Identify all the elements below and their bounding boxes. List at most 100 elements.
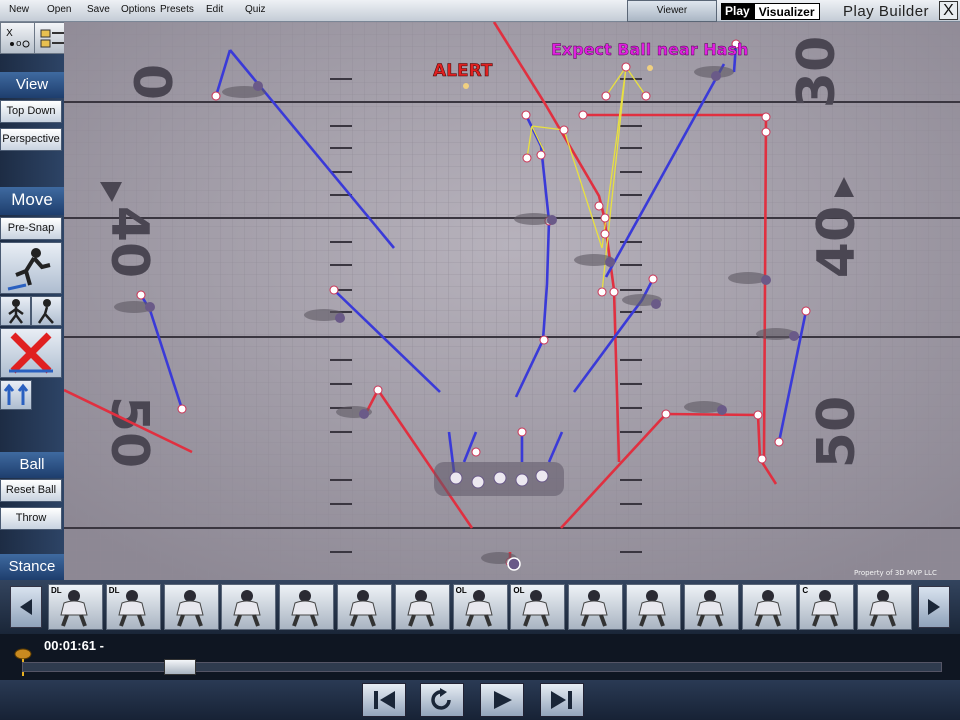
- brand-logo: Play Visualizer: [721, 3, 820, 20]
- stance-player-icon: [7, 299, 24, 324]
- player-thumbnail[interactable]: [683, 584, 739, 630]
- menu-edit[interactable]: Edit: [206, 4, 223, 15]
- hash-marker: [647, 65, 653, 71]
- pre-snap-button[interactable]: Pre-Snap: [0, 217, 62, 240]
- perspective-button[interactable]: Perspective: [0, 128, 62, 151]
- brand-play: Play: [721, 3, 754, 20]
- player-thumbnail[interactable]: [163, 584, 219, 630]
- alert-label: ALERT: [433, 61, 493, 81]
- property-notice: Property of 3D MVP LLC: [854, 569, 937, 577]
- yard-number-left-0: 0: [121, 64, 181, 100]
- player-figure-icon: [407, 590, 435, 627]
- expect-ball-label: Expect Ball near Hash: [551, 40, 748, 59]
- player-figure-icon: [349, 590, 377, 627]
- player-thumbnail[interactable]: OL: [510, 584, 566, 630]
- menu-presets[interactable]: Presets: [160, 4, 194, 15]
- reset-ball-button[interactable]: Reset Ball: [0, 479, 62, 502]
- thumbnail-position-label: DL: [108, 586, 120, 595]
- yard-number-right-40: 40: [807, 206, 867, 278]
- menu-bar: New Open Save Options Presets Edit Quiz …: [0, 0, 960, 22]
- throw-button[interactable]: Throw: [0, 507, 62, 530]
- delete-x-icon: [9, 332, 53, 374]
- svg-text:X: X: [6, 28, 13, 39]
- player-figure-icon: [175, 590, 204, 627]
- formation-tool-button[interactable]: Xo: [1, 23, 35, 53]
- skip-start-icon: [374, 691, 395, 709]
- player-thumbnail[interactable]: [626, 584, 681, 630]
- skip-end-icon: [551, 691, 572, 709]
- timeline-slider[interactable]: [164, 659, 197, 675]
- menu-save[interactable]: Save: [87, 4, 110, 15]
- transport-controls: [0, 680, 960, 720]
- arrow-right-icon: [928, 599, 940, 615]
- player-thumbnail[interactable]: [741, 584, 797, 630]
- strip-next-button[interactable]: [918, 586, 950, 628]
- play-builder-app: New Open Save Options Presets Edit Quiz …: [0, 0, 960, 720]
- replay-button[interactable]: [420, 683, 464, 717]
- skip-start-button[interactable]: [362, 683, 406, 717]
- thumbnail-position-label: C: [802, 586, 809, 595]
- split-arrows-icon: [3, 383, 29, 405]
- player-thumbnail[interactable]: DL: [48, 584, 103, 630]
- run-player-button[interactable]: [0, 242, 62, 294]
- arrow-left-icon: [20, 599, 32, 615]
- thumbnail-position-label: OL: [513, 586, 525, 595]
- replay-icon: [431, 688, 451, 710]
- player-figure-icon: [233, 590, 262, 627]
- player-thumbnail[interactable]: [221, 584, 277, 630]
- move-heading: Move: [0, 187, 64, 215]
- player-thumbnail[interactable]: [279, 584, 335, 630]
- crouch-player-icon: [37, 299, 54, 324]
- left-sidebar: View Top Down Perspective Move Pre-Snap …: [0, 54, 64, 580]
- player-thumbnail[interactable]: [337, 584, 392, 630]
- player-figure-icon: [638, 590, 666, 627]
- field-canvas: 0 40 50 30 40 50 ALERT Expect Ball near …: [64, 22, 960, 580]
- running-player-icon: [7, 248, 51, 291]
- timeline: 00:01:61 -: [0, 634, 960, 680]
- yard-number-left-40: 40: [99, 206, 159, 278]
- player-figure-icon: [696, 590, 724, 627]
- player-figure-icon: [753, 590, 782, 627]
- xo-icon: Xo: [6, 28, 29, 49]
- stance-a-button[interactable]: [0, 296, 31, 326]
- timeline-track[interactable]: [22, 662, 942, 672]
- play-button[interactable]: [480, 683, 524, 717]
- brand-visualizer: Visualizer: [753, 3, 820, 20]
- play-icon: [494, 691, 512, 709]
- app-title: Play Builder: [843, 3, 930, 20]
- player-thumbnail[interactable]: OL: [452, 584, 508, 630]
- top-down-button[interactable]: Top Down: [0, 100, 62, 123]
- player-figure-icon: [580, 590, 608, 627]
- delete-route-button[interactable]: [0, 328, 62, 378]
- player-thumbnail[interactable]: DL: [105, 584, 161, 630]
- yard-number-right-50: 50: [807, 396, 867, 468]
- skip-end-button[interactable]: [540, 683, 584, 717]
- stance-heading: Stance: [0, 554, 64, 580]
- player-thumbnail[interactable]: C: [799, 584, 855, 630]
- alert-marker: [463, 83, 469, 89]
- thumbnail-position-label: DL: [51, 586, 62, 595]
- strip-prev-button[interactable]: [10, 586, 42, 628]
- player-thumbnail[interactable]: [394, 584, 450, 630]
- ball-heading: Ball: [0, 452, 64, 478]
- stance-b-button[interactable]: [31, 296, 62, 326]
- time-readout: 00:01:61 -: [44, 638, 104, 653]
- close-button[interactable]: X: [939, 1, 958, 20]
- football-field[interactable]: 0 40 50 30 40 50 ALERT Expect Ball near …: [64, 22, 960, 580]
- menu-options[interactable]: Options: [121, 4, 155, 15]
- player-figure-icon: [869, 590, 897, 627]
- player-figure-icon: [291, 590, 319, 627]
- menu-quiz[interactable]: Quiz: [245, 4, 266, 15]
- folder-list-icon: [40, 29, 64, 48]
- menu-new[interactable]: New: [9, 4, 29, 15]
- player-thumbnail[interactable]: [857, 584, 913, 630]
- split-route-button[interactable]: [0, 380, 32, 410]
- svg-text:o: o: [16, 39, 22, 49]
- yard-number-right-30: 30: [787, 36, 847, 108]
- player-thumbnail[interactable]: [568, 584, 624, 630]
- viewer-button[interactable]: Viewer: [627, 0, 717, 22]
- view-heading: View: [0, 72, 64, 98]
- menu-open[interactable]: Open: [47, 4, 71, 15]
- player-strip: DL DL OL OL C: [0, 580, 960, 634]
- thumbnail-position-label: OL: [455, 586, 467, 595]
